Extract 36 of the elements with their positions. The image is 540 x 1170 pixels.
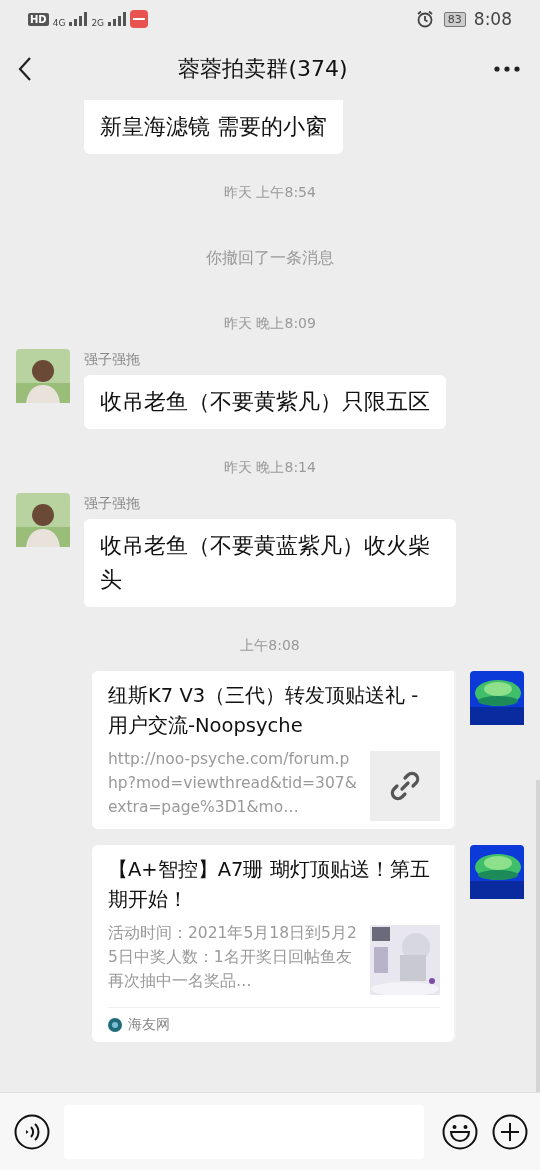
more-button[interactable] <box>494 66 520 72</box>
sender-name: 强子强拖 <box>84 495 141 513</box>
link-title: 纽斯K7 V3（三代）转发顶贴送礼 - 用户交流-Noopsyche <box>108 683 420 739</box>
add-button[interactable] <box>492 1113 528 1150</box>
chat-title: 蓉蓉拍卖群(374) <box>178 55 348 83</box>
back-button[interactable] <box>18 56 32 82</box>
source-name: 海友网 <box>128 1016 170 1034</box>
message-bubble: 新皇海滤镜 需要的小窗 <box>84 100 343 154</box>
battery-indicator: 83 <box>443 11 466 27</box>
link-card[interactable]: 【A+智控】A7珊 瑚灯顶贴送！第五期开始！ 活动时间：2021年5月18日到5月25日中奖人数：1名开奖日回帖鱼友再次抽中一名奖品… 海友网 <box>92 845 456 1042</box>
message-bubble: 收吊老鱼（不要黄紫凡）只限五区 <box>84 375 446 429</box>
message-bubble: 收吊老鱼（不要黄蓝紫凡）收火柴头 <box>84 519 456 607</box>
signal-icon <box>69 12 88 26</box>
app-notification-icon <box>130 10 149 28</box>
link-title: 【A+智控】A7珊 瑚灯顶贴送！第五期开始！ <box>108 857 431 913</box>
link-icon <box>388 769 422 803</box>
timestamp: 昨天 晚上8:09 <box>224 315 316 333</box>
emoji-button[interactable] <box>442 1113 478 1150</box>
voice-button[interactable] <box>14 1113 50 1150</box>
site-logo-icon <box>108 1018 122 1032</box>
sender-name: 强子强拖 <box>84 351 141 369</box>
link-description: 活动时间：2021年5月18日到5月25日中奖人数：1名开奖日回帖鱼友再次抽中一名奖品… <box>108 923 358 992</box>
alarm-icon <box>415 10 434 28</box>
link-description: http://noo-psyche.com/forum.php?mod=viewthread&tid=307&extra=page%3D1&mo… <box>108 749 358 818</box>
network-label: 4G <box>52 18 66 28</box>
hd-indicator: HD <box>28 12 49 26</box>
avatar-icon[interactable] <box>16 493 70 547</box>
link-card[interactable]: 纽斯K7 V3（三代）转发顶贴送礼 - 用户交流-Noopsyche http://noo-psyche.com/forum.php?mod=viewthread&tid=307&extra=page%3D1&mo… <box>92 671 456 829</box>
signal-icon <box>108 12 127 26</box>
timestamp: 上午8:08 <box>240 637 300 655</box>
system-message: 你撤回了一条消息 <box>206 248 334 269</box>
avatar-icon[interactable] <box>16 349 70 403</box>
timestamp: 昨天 上午8:54 <box>224 184 316 202</box>
timestamp: 昨天 晚上8:14 <box>224 459 316 477</box>
network-label: 2G <box>91 18 105 28</box>
clock-time: 8:08 <box>473 9 512 29</box>
